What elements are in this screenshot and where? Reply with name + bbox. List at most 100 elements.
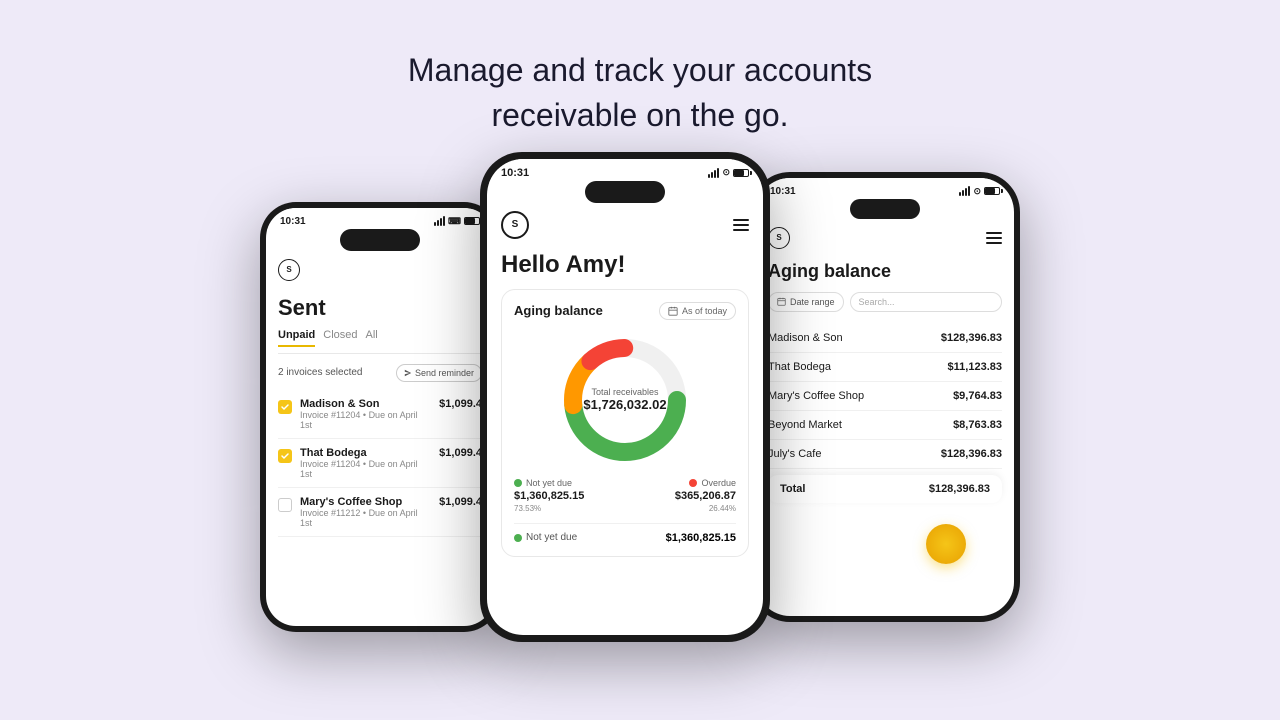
left-time: 10:31: [280, 216, 306, 227]
client-name-5: July's Cafe: [768, 448, 821, 460]
client-row-1[interactable]: Madison & Son $128,396.83: [768, 324, 1002, 353]
invoice-detail-2: Invoice #11204 • Due on April 1st: [300, 459, 431, 479]
invoice-item-1[interactable]: Madison & Son Invoice #11204 • Due on Ap…: [278, 390, 482, 439]
aging-card: Aging balance As of today: [501, 289, 749, 557]
overdue-dot: [689, 479, 697, 487]
left-phone: 10:31 ⌨ S Sent Un: [260, 202, 500, 632]
right-logo: S: [768, 227, 790, 249]
checkbox-2[interactable]: [278, 449, 292, 463]
calendar-icon-right: [777, 297, 786, 306]
selected-text: 2 invoices selected: [278, 367, 363, 378]
client-amount-1: $128,396.83: [941, 332, 1002, 344]
check-icon-1: [280, 402, 290, 412]
right-menu-icon[interactable]: [986, 232, 1002, 244]
invoice-name-3: Mary's Coffee Shop: [300, 496, 431, 508]
invoice-amount-3: $1,099.4: [439, 496, 482, 508]
not-yet-due-dot: [514, 479, 522, 487]
center-screen-content: Hello Amy! Aging balance As of today: [487, 251, 763, 557]
invoice-item-2[interactable]: That Bodega Invoice #11204 • Due on Apri…: [278, 439, 482, 488]
center-notch: [585, 181, 665, 203]
signal-icon: [434, 216, 445, 226]
bottom-dot: [514, 534, 522, 542]
invoice-item-3[interactable]: Mary's Coffee Shop Invoice #11212 • Due …: [278, 488, 482, 537]
client-row-3[interactable]: Mary's Coffee Shop $9,764.83: [768, 382, 1002, 411]
client-name-1: Madison & Son: [768, 332, 843, 344]
invoice-name-2: That Bodega: [300, 447, 431, 459]
client-name-2: That Bodega: [768, 361, 831, 373]
invoice-info-2: That Bodega Invoice #11204 • Due on Apri…: [300, 447, 431, 479]
greeting-title: Hello Amy!: [501, 251, 749, 279]
send-icon: [404, 369, 412, 377]
tab-all[interactable]: All: [366, 329, 378, 347]
checkbox-1[interactable]: [278, 400, 292, 414]
headline-line2: receivable on the go.: [408, 93, 872, 138]
sent-title: Sent: [278, 295, 482, 321]
left-status-bar: 10:31 ⌨: [266, 208, 494, 231]
aging-card-title: Aging balance: [514, 303, 603, 318]
tab-closed[interactable]: Closed: [323, 329, 357, 347]
checkbox-3[interactable]: [278, 498, 292, 512]
right-notch: [850, 199, 920, 219]
center-logo: S: [501, 211, 529, 239]
donut-center: Total receivables $1,726,032.02: [583, 387, 666, 412]
right-battery-icon: [984, 187, 1000, 195]
right-app-header: S: [756, 223, 1014, 255]
client-row-5[interactable]: July's Cafe $128,396.83: [768, 440, 1002, 469]
center-status-bar: 10:31 ⊙: [487, 159, 763, 183]
center-phone: 10:31 ⊙ S: [480, 152, 770, 642]
center-phone-screen: 10:31 ⊙ S: [487, 159, 763, 635]
left-logo: S: [278, 259, 300, 281]
right-status-icons: ⊙: [959, 186, 1000, 197]
calendar-icon: [668, 306, 678, 316]
bottom-not-yet-due-row: Not yet due $1,360,825.15: [514, 523, 736, 544]
as-of-today-badge[interactable]: As of today: [659, 302, 736, 320]
selected-bar: 2 invoices selected Send reminder: [278, 364, 482, 382]
right-time: 10:31: [770, 186, 796, 197]
client-row-4[interactable]: Beyond Market $8,763.83: [768, 411, 1002, 440]
right-status-bar: 10:31 ⊙: [756, 178, 1014, 201]
center-wifi-icon: ⊙: [722, 167, 730, 178]
left-phone-screen: 10:31 ⌨ S Sent Un: [266, 208, 494, 626]
send-reminder-button[interactable]: Send reminder: [396, 364, 482, 382]
client-row-2[interactable]: That Bodega $11,123.83: [768, 353, 1002, 382]
total-bar: Total $128,396.83: [768, 475, 1002, 503]
client-amount-2: $11,123.83: [948, 361, 1002, 373]
float-circle: [926, 524, 966, 564]
date-range-button[interactable]: Date range: [768, 292, 844, 312]
right-wifi-icon: ⊙: [973, 186, 981, 197]
center-battery-icon: [733, 169, 749, 177]
right-signal-icon: [959, 186, 970, 196]
sent-screen: Sent Unpaid Closed All 2 invoices select…: [266, 295, 494, 537]
client-amount-5: $128,396.83: [941, 448, 1002, 460]
total-label: Total: [780, 483, 805, 495]
right-phone-screen: 10:31 ⊙ S: [756, 178, 1014, 616]
donut-chart: Total receivables $1,726,032.02: [514, 330, 736, 470]
center-signal-icon: [708, 168, 719, 178]
client-amount-4: $8,763.83: [953, 419, 1002, 431]
center-app-header: S: [487, 207, 763, 245]
headline: Manage and track your accounts receivabl…: [408, 48, 872, 138]
legend-row: Not yet due $1,360,825.15 73.53% Overdue…: [514, 478, 736, 513]
tab-unpaid[interactable]: Unpaid: [278, 329, 315, 347]
client-name-4: Beyond Market: [768, 419, 842, 431]
aging-card-header: Aging balance As of today: [514, 302, 736, 320]
client-name-3: Mary's Coffee Shop: [768, 390, 864, 402]
invoice-info-1: Madison & Son Invoice #11204 • Due on Ap…: [300, 398, 431, 430]
bottom-label: Not yet due: [514, 532, 577, 543]
invoice-amount-1: $1,099.4: [439, 398, 482, 410]
battery-icon: [464, 217, 480, 225]
tabs-row: Unpaid Closed All: [278, 329, 482, 354]
right-search-input[interactable]: Search...: [850, 292, 1002, 312]
invoice-amount-2: $1,099.4: [439, 447, 482, 459]
center-menu-icon[interactable]: [733, 219, 749, 231]
filter-row: Date range Search...: [768, 292, 1002, 312]
right-title: Aging balance: [768, 261, 1002, 282]
center-time: 10:31: [501, 167, 529, 179]
check-icon-2: [280, 451, 290, 461]
invoice-name-1: Madison & Son: [300, 398, 431, 410]
total-amount: $128,396.83: [929, 483, 990, 495]
invoice-detail-3: Invoice #11212 • Due on April 1st: [300, 508, 431, 528]
phones-container: 10:31 ⌨ S Sent Un: [0, 162, 1280, 642]
headline-line1: Manage and track your accounts: [408, 48, 872, 93]
legend-overdue: Overdue $365,206.87 26.44%: [675, 478, 736, 513]
